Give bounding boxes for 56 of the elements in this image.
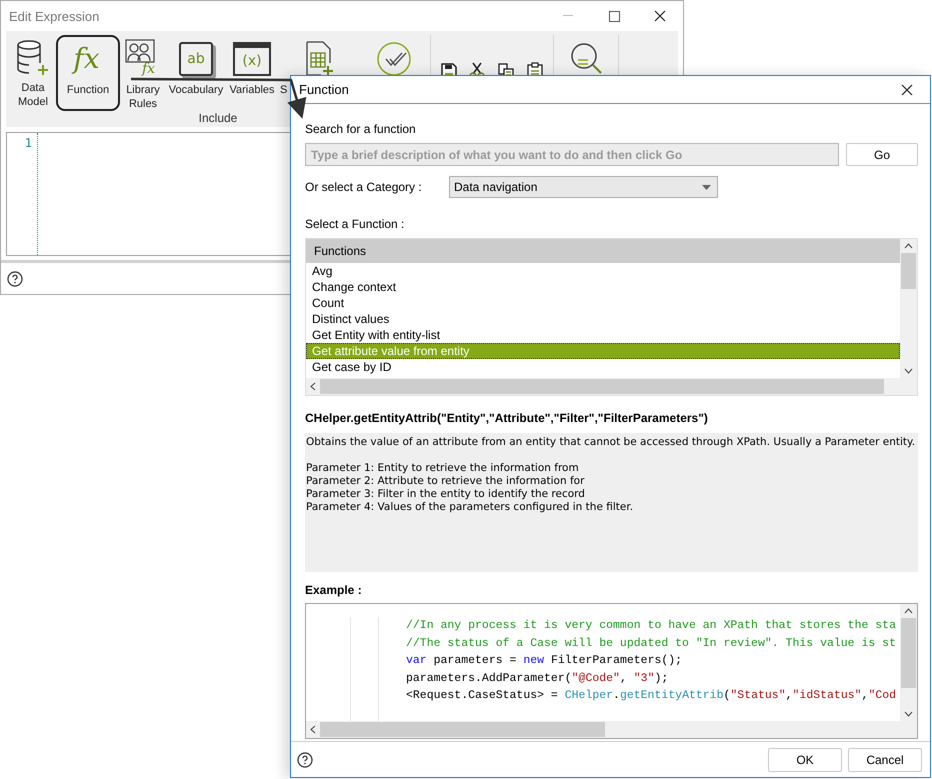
function-label: Select a Function : xyxy=(305,217,406,231)
cancel-button[interactable]: Cancel xyxy=(848,748,922,772)
parameter-text: Parameter 4: Values of the parameters configured in the filter. xyxy=(306,501,634,514)
vertical-scrollbar[interactable] xyxy=(900,239,917,378)
close-icon[interactable] xyxy=(654,10,666,22)
search-field[interactable]: Type a brief description of what you want to do and then click Go xyxy=(305,143,839,166)
code-line: <Request.CaseStatus> = CHelper.getEntityAttrib("Status","idStatus","Cod xyxy=(406,688,896,704)
function-item[interactable]: Distinct values xyxy=(306,311,900,327)
function-item[interactable]: Get case by ID xyxy=(306,359,900,375)
code-line: //The status of a Case will be updated to "In review". This value is st xyxy=(406,636,896,652)
parameter-text: Parameter 3: Filter in the entity to identify the record xyxy=(306,488,586,501)
close-icon[interactable] xyxy=(901,84,913,96)
help-icon[interactable] xyxy=(297,752,313,768)
function-icon: fx xyxy=(71,40,105,78)
list-header: Functions xyxy=(306,239,900,263)
toolbar-button[interactable]: Data Model xyxy=(10,35,56,111)
check-circle-icon xyxy=(376,41,412,77)
caret-icon xyxy=(702,184,711,190)
scrollbar-thumb[interactable] xyxy=(320,379,884,394)
database-add-icon xyxy=(16,39,50,77)
go-button[interactable]: Go xyxy=(846,143,918,166)
code-line: var parameters = new FilterParameters(); xyxy=(406,653,684,669)
vertical-scrollbar[interactable] xyxy=(900,604,917,721)
table-add-icon xyxy=(305,41,335,77)
scrollbar-thumb[interactable] xyxy=(901,253,916,289)
parameter-text: Parameter 2: Attribute to retrieve the information for xyxy=(306,475,586,488)
ok-button[interactable]: OK xyxy=(768,748,842,772)
dialog-title: Function xyxy=(299,82,350,97)
help-icon[interactable] xyxy=(7,270,23,286)
maximize-icon[interactable] xyxy=(608,10,620,22)
notepad-icon: ab xyxy=(179,42,213,76)
line-number: 1 xyxy=(24,136,32,150)
window-variable-icon: (x) xyxy=(233,42,271,76)
description-text: Obtains the value of an attribute from an entity that cannot be accessed through XPath. Usually a Parameter entity. xyxy=(306,436,916,449)
function-item[interactable]: Avg xyxy=(306,263,900,279)
category-label: Or select a Category : xyxy=(305,180,423,194)
category-dropdown[interactable]: Data navigation xyxy=(449,176,718,198)
function-item[interactable]: Count xyxy=(306,295,900,311)
window-title: Edit Expression xyxy=(9,8,100,24)
toolbar-button[interactable]: (x) Variables xyxy=(226,35,278,111)
horizontal-scrollbar[interactable] xyxy=(306,378,900,395)
function-item[interactable]: Get Entity with entity-list xyxy=(306,327,900,343)
code-line: parameters.AddParameter("@Code", "3"); xyxy=(406,670,670,686)
horizontal-scrollbar[interactable] xyxy=(306,721,900,738)
toolbar-button[interactable]: fx Library Rules xyxy=(120,35,166,111)
function-item[interactable]: Change context xyxy=(306,279,900,295)
scrollbar-thumb[interactable] xyxy=(320,722,606,737)
parameter-text: Parameter 1: Entity to retrieve the information from xyxy=(306,462,580,475)
toolbar-button[interactable]: ab Vocabulary xyxy=(166,35,226,111)
code-line: //In any process it is very common to have an XPath that stores the sta xyxy=(406,618,896,634)
group-label: Include xyxy=(198,111,238,127)
function-signature: CHelper.getEntityAttrib("Entity","Attribute","Filter","FilterParameters") xyxy=(305,411,709,425)
toolbar-button[interactable]: fx Function xyxy=(56,35,120,111)
example-label: Example : xyxy=(305,583,363,597)
search-label: Search for a function xyxy=(305,122,417,136)
scrollbar-thumb[interactable] xyxy=(901,618,916,688)
